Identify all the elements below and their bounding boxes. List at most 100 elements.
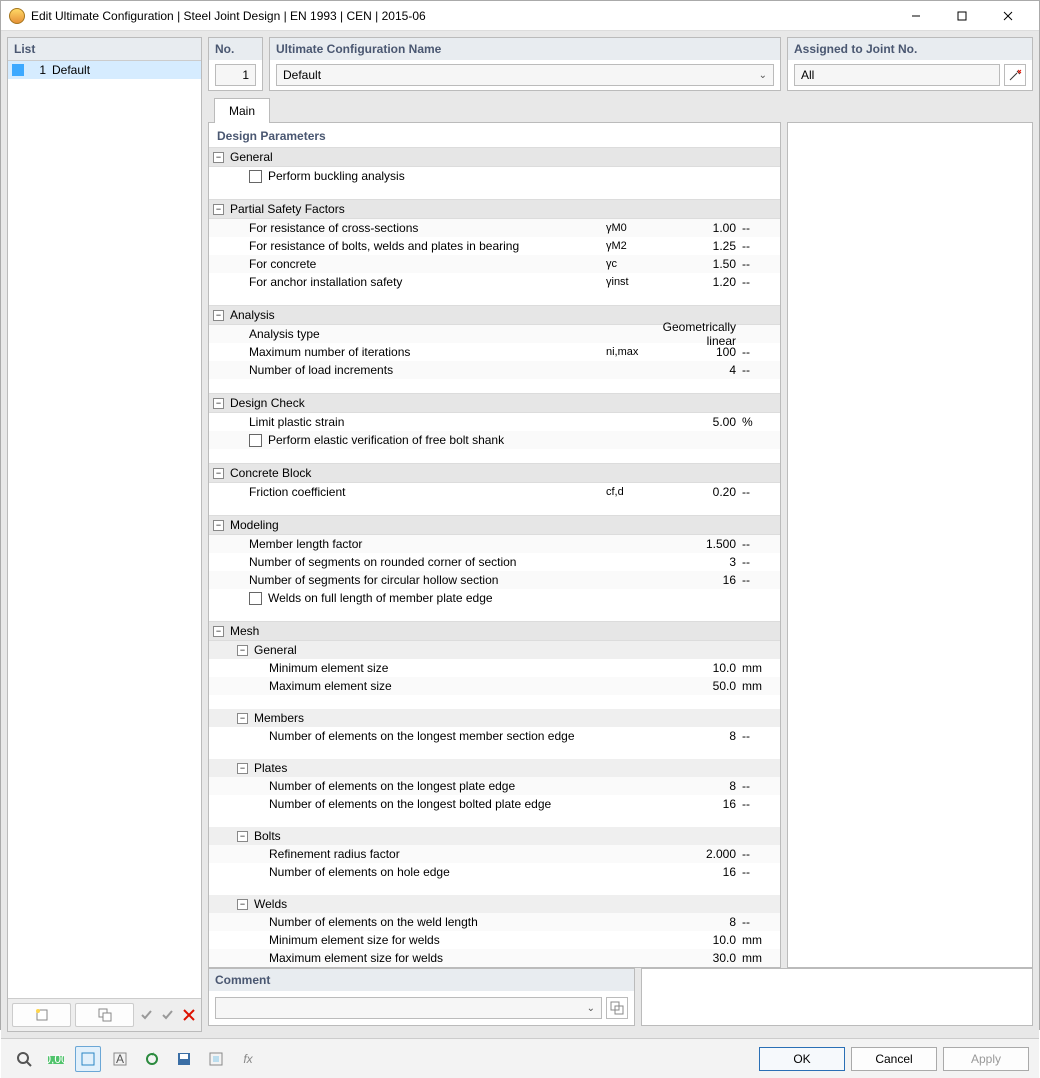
duplicate-button[interactable] (75, 1003, 134, 1027)
maximize-button[interactable] (939, 1, 985, 31)
param-value[interactable]: 4 (656, 363, 742, 377)
param-row[interactable]: Number of segments on rounded corner of … (209, 553, 780, 571)
show-all-icon[interactable] (75, 1046, 101, 1072)
check-undo-icon[interactable] (159, 1003, 176, 1027)
param-value[interactable]: 16 (656, 865, 742, 879)
param-value[interactable]: 100 (656, 345, 742, 359)
param-row[interactable]: For concreteγc1.50-- (209, 255, 780, 273)
ok-button[interactable]: OK (759, 1047, 845, 1071)
param-row[interactable]: Friction coefficientcf,d0.20-- (209, 483, 780, 501)
param-row[interactable]: Member length factor1.500-- (209, 535, 780, 553)
param-row[interactable]: Number of elements on the weld length8-- (209, 913, 780, 931)
param-row[interactable]: Number of elements on the longest plate … (209, 777, 780, 795)
group-header[interactable]: −Plates (209, 759, 780, 777)
param-value[interactable]: 8 (656, 915, 742, 929)
function-icon[interactable]: fx (235, 1046, 261, 1072)
collapse-icon[interactable]: − (237, 645, 248, 656)
group-header[interactable]: −Concrete Block (209, 463, 780, 483)
collapse-icon[interactable]: − (213, 520, 224, 531)
param-value[interactable]: 8 (656, 779, 742, 793)
param-row[interactable]: Perform elastic verification of free bol… (209, 431, 780, 449)
group-header[interactable]: −General (209, 147, 780, 167)
collapse-icon[interactable]: − (213, 398, 224, 409)
param-row[interactable]: For resistance of bolts, welds and plate… (209, 237, 780, 255)
param-row[interactable]: Number of elements on hole edge16-- (209, 863, 780, 881)
assigned-field[interactable]: All (794, 64, 1000, 86)
param-value[interactable]: 0.20 (656, 485, 742, 499)
param-value[interactable]: 1.25 (656, 239, 742, 253)
search-icon[interactable] (11, 1046, 37, 1072)
minimize-button[interactable] (893, 1, 939, 31)
param-row[interactable]: Number of segments for circular hollow s… (209, 571, 780, 589)
group-header[interactable]: −Bolts (209, 827, 780, 845)
param-value[interactable]: 8 (656, 729, 742, 743)
param-row[interactable]: Limit plastic strain5.00% (209, 413, 780, 431)
reset-icon[interactable] (139, 1046, 165, 1072)
checkbox[interactable] (249, 170, 262, 183)
param-value[interactable]: 1.00 (656, 221, 742, 235)
new-button[interactable] (12, 1003, 71, 1027)
save-default-icon[interactable] (171, 1046, 197, 1072)
group-header[interactable]: −Partial Safety Factors (209, 199, 780, 219)
param-row[interactable]: Number of elements on the longest bolted… (209, 795, 780, 813)
param-value[interactable]: 16 (656, 573, 742, 587)
group-header[interactable]: −Mesh (209, 621, 780, 641)
param-row[interactable]: Maximum element size50.0mm (209, 677, 780, 695)
group-header[interactable]: −Modeling (209, 515, 780, 535)
param-value[interactable]: 10.0 (656, 933, 742, 947)
param-value[interactable]: Geometrically linear (656, 320, 742, 348)
param-row[interactable]: Number of load increments4-- (209, 361, 780, 379)
param-row[interactable]: For resistance of cross-sectionsγM01.00-… (209, 219, 780, 237)
load-default-icon[interactable] (203, 1046, 229, 1072)
param-value[interactable]: 30.0 (656, 951, 742, 965)
check-apply-icon[interactable] (138, 1003, 155, 1027)
collapse-icon[interactable]: − (213, 310, 224, 321)
delete-button[interactable] (180, 1003, 197, 1027)
group-header[interactable]: −General (209, 641, 780, 659)
checkbox[interactable] (249, 434, 262, 447)
no-field[interactable] (215, 64, 256, 86)
param-row[interactable]: Welds on full length of member plate edg… (209, 589, 780, 607)
collapse-icon[interactable]: − (213, 152, 224, 163)
param-row[interactable]: Minimum element size for welds10.0mm (209, 931, 780, 949)
param-value[interactable]: 2.000 (656, 847, 742, 861)
collapse-icon[interactable]: − (213, 204, 224, 215)
param-row[interactable]: Maximum element size for welds30.0mm (209, 949, 780, 967)
param-value[interactable]: 3 (656, 555, 742, 569)
param-value[interactable]: 5.00 (656, 415, 742, 429)
param-value[interactable]: 1.20 (656, 275, 742, 289)
param-row[interactable]: Number of elements on the longest member… (209, 727, 780, 745)
name-select[interactable]: Default ⌄ (276, 64, 774, 86)
comment-library-button[interactable] (606, 997, 628, 1019)
collapse-icon[interactable]: − (237, 899, 248, 910)
collapse-icon[interactable]: − (237, 713, 248, 724)
param-row[interactable]: Minimum element size10.0mm (209, 659, 780, 677)
units-icon[interactable]: 0,00 (43, 1046, 69, 1072)
comment-field[interactable]: ⌄ (215, 997, 602, 1019)
param-row[interactable]: Perform buckling analysis (209, 167, 780, 185)
apply-button[interactable]: Apply (943, 1047, 1029, 1071)
tab-main[interactable]: Main (214, 98, 270, 123)
collapse-icon[interactable]: − (237, 763, 248, 774)
param-row[interactable]: Maximum number of iterationsni,max100-- (209, 343, 780, 361)
param-value[interactable]: 50.0 (656, 679, 742, 693)
close-button[interactable] (985, 1, 1031, 31)
param-value[interactable]: 16 (656, 797, 742, 811)
list-item[interactable]: 1 Default (8, 61, 201, 79)
group-header[interactable]: −Members (209, 709, 780, 727)
param-row[interactable]: For anchor installation safetyγinst1.20-… (209, 273, 780, 291)
param-value[interactable]: 10.0 (656, 661, 742, 675)
group-header[interactable]: −Design Check (209, 393, 780, 413)
group-header[interactable]: −Welds (209, 895, 780, 913)
show-changed-icon[interactable]: A (107, 1046, 133, 1072)
param-value[interactable]: 1.500 (656, 537, 742, 551)
param-row[interactable]: Refinement radius factor2.000-- (209, 845, 780, 863)
checkbox[interactable] (249, 592, 262, 605)
collapse-icon[interactable]: − (213, 626, 224, 637)
collapse-icon[interactable]: − (213, 468, 224, 479)
param-row[interactable]: Analysis typeGeometrically linear (209, 325, 780, 343)
cancel-button[interactable]: Cancel (851, 1047, 937, 1071)
collapse-icon[interactable]: − (237, 831, 248, 842)
pick-joint-button[interactable] (1004, 64, 1026, 86)
param-value[interactable]: 1.50 (656, 257, 742, 271)
